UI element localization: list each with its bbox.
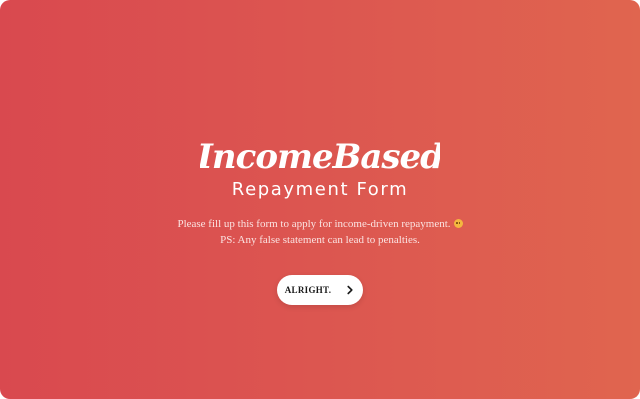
intro-line-1-text: Please fill up this form to apply for in… xyxy=(177,218,451,230)
app-screen: IncomeBased Repayment Form Please fill u… xyxy=(0,0,640,399)
intro-line-2: PS: Any false statement can lead to pena… xyxy=(220,234,420,246)
brand-logo: IncomeBased Repayment Form xyxy=(200,138,440,200)
smile-emoji-icon xyxy=(453,219,463,228)
alright-button-label: ALRIGHT. xyxy=(284,285,332,295)
chevron-right-icon xyxy=(347,285,353,295)
intro-line-1: Please fill up this form to apply for in… xyxy=(0,216,640,232)
logo-subtitle: Repayment Form xyxy=(232,179,408,200)
welcome-panel: IncomeBased Repayment Form Please fill u… xyxy=(0,138,640,305)
intro-text: Please fill up this form to apply for in… xyxy=(0,216,640,248)
logo-script-text: IncomeBased xyxy=(200,138,440,177)
alright-button[interactable]: ALRIGHT. xyxy=(277,275,363,305)
